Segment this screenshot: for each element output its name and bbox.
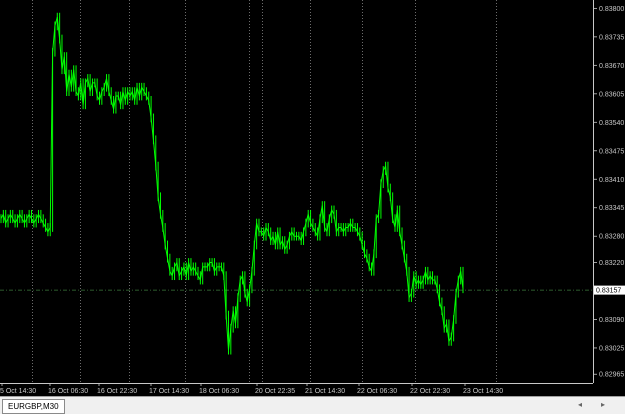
price-tick-label-3: 0.83605 xyxy=(599,91,624,98)
price-series-line xyxy=(0,16,464,351)
chart-tab-eurgbp-m30[interactable]: EURGBP,M30 xyxy=(2,399,65,414)
time-tick-label-8: 22 Oct 22:30 xyxy=(410,388,450,395)
time-tick-label-3: 17 Oct 14:30 xyxy=(149,388,189,395)
price-tick-label-4: 0.83540 xyxy=(599,120,624,127)
price-tick-label-2: 0.83670 xyxy=(599,63,624,70)
price-tick-label-11: 0.83090 xyxy=(599,317,624,324)
time-tick-label-6: 21 Oct 14:30 xyxy=(305,388,345,395)
time-tick-label-2: 16 Oct 22:30 xyxy=(97,388,137,395)
price-tick-label-13: 0.82965 xyxy=(599,372,624,379)
chart-tab-bar: EURGBP,M30 ◂ ▸ xyxy=(0,396,625,414)
price-tick-label-9: 0.83220 xyxy=(599,260,624,267)
current-price-label: 0.83157 xyxy=(596,288,621,295)
price-tick-label-0: 0.83800 xyxy=(599,6,624,13)
time-tick-label-4: 18 Oct 06:30 xyxy=(199,388,239,395)
time-tick-label-0: 5 Oct 14:30 xyxy=(0,388,36,395)
price-tick-label-7: 0.83345 xyxy=(599,205,624,212)
price-chart[interactable]: 0.83800 0.83735 0.83670 0.83605 0.83540 0.834… xyxy=(0,0,625,396)
triangle-left-icon[interactable]: ◂ xyxy=(578,399,582,411)
time-tick-label-9: 23 Oct 14:30 xyxy=(463,388,503,395)
time-tick-label-5: 20 Oct 22:35 xyxy=(255,388,295,395)
triangle-right-icon[interactable]: ▸ xyxy=(601,399,605,411)
price-tick-label-5: 0.83475 xyxy=(599,148,624,155)
price-tick-label-6: 0.83410 xyxy=(599,177,624,184)
price-tick-label-12: 0.83025 xyxy=(599,345,624,352)
price-tick-label-8: 0.83280 xyxy=(599,234,624,241)
price-tick-label-1: 0.83735 xyxy=(599,34,624,41)
time-tick-label-7: 22 Oct 06:30 xyxy=(357,388,397,395)
chart-area[interactable]: 0.83800 0.83735 0.83670 0.83605 0.83540 0.834… xyxy=(0,0,625,396)
time-tick-label-1: 16 Oct 06:30 xyxy=(48,388,88,395)
